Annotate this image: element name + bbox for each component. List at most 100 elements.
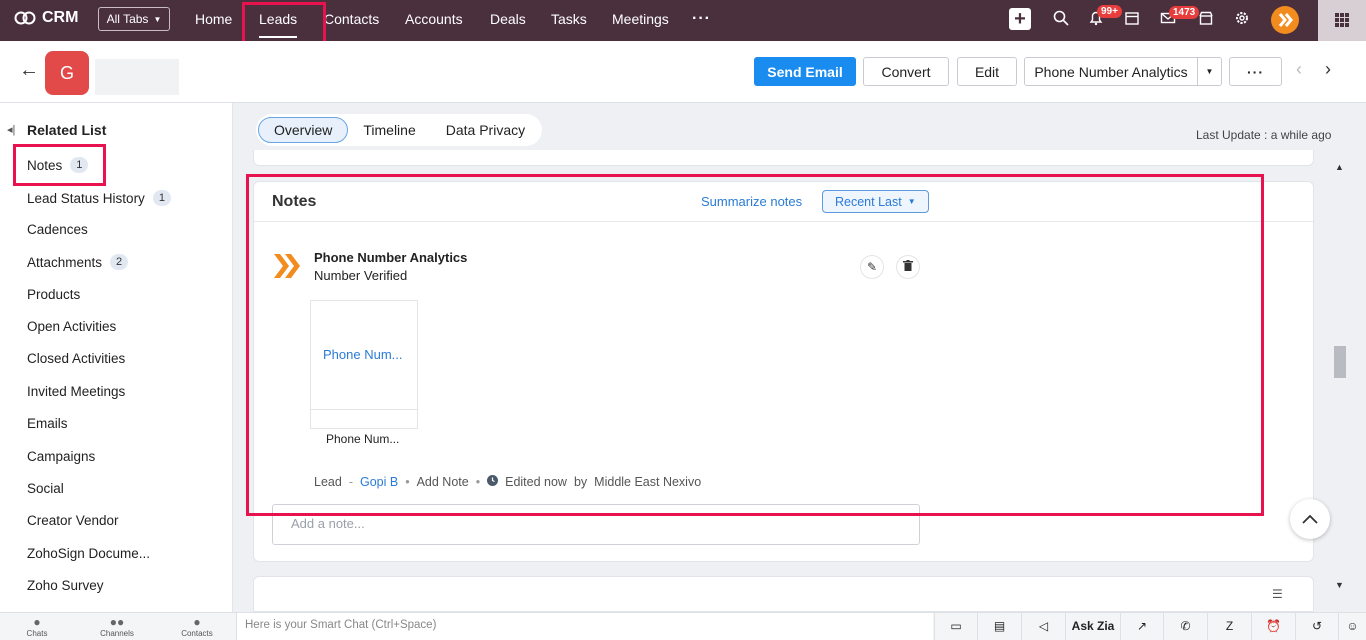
lead-status-count-badge: 1 [152,190,171,206]
sidebar-item-zohosign[interactable]: ZohoSign Docume... [27,546,150,561]
gear-icon[interactable] [1233,10,1251,28]
sidebar-item-products[interactable]: Products [27,287,80,302]
note-author: Middle East Nexivo [594,475,702,489]
next-section-card: ☰ [253,576,1314,612]
chats-button[interactable]: ● Chats [17,616,57,639]
zia-icon[interactable]: Z [1207,613,1251,640]
sidebar-item-emails[interactable]: Emails [27,416,68,431]
sidebar-item-creator-vendor[interactable]: Creator Vendor [27,513,119,528]
sidebar-item-label: Cadences [27,222,88,237]
phone-analytics-logo-icon [274,254,300,278]
sidebar-item-label: Invited Meetings [27,384,126,399]
nav-meetings[interactable]: Meetings [612,11,669,27]
note-edited-time: Edited now [505,475,567,489]
back-arrow-icon[interactable]: ← [19,59,39,82]
previous-record-icon[interactable]: ‹ [1296,59,1302,80]
analytics-icon[interactable]: ↗ [1120,613,1163,640]
sidebar-item-label: Social [27,481,64,496]
attachment-divider [311,409,417,410]
calendar-icon[interactable] [1123,10,1141,28]
attachment-link[interactable]: Phone Num... [323,347,403,362]
scroll-down-arrow-icon[interactable]: ▼ [1335,580,1344,590]
contacts-button[interactable]: ● Contacts [177,616,217,639]
related-list-title: Related List [27,122,107,138]
sidebar-item-closed-activities[interactable]: Closed Activities [27,351,125,366]
crm-logo[interactable]: CRM [14,9,78,27]
channels-button[interactable]: ●● Channels [97,615,137,639]
caret-down-icon: ▼ [907,197,916,206]
caret-down-icon: ▼ [1205,67,1214,76]
scroll-to-top-button[interactable] [1290,499,1330,539]
nav-tasks[interactable]: Tasks [551,11,587,27]
summarize-notes-link[interactable]: Summarize notes [701,194,802,209]
sidebar-item-label: Creator Vendor [27,513,119,528]
tab-data-privacy[interactable]: Data Privacy [431,117,540,143]
apps-grid-button[interactable] [1318,0,1366,41]
sidebar-item-social[interactable]: Social [27,481,64,496]
tab-overview[interactable]: Overview [258,117,349,143]
create-new-icon[interactable]: + [1009,8,1031,30]
sidebar-item-invited-meetings[interactable]: Invited Meetings [27,384,125,399]
add-note-link[interactable]: Add Note [417,475,469,489]
all-tabs-dropdown[interactable]: All Tabs ▼ [98,7,170,31]
pencil-icon[interactable]: ✎ [860,255,884,279]
sidebar-item-campaigns[interactable]: Campaigns [27,449,95,464]
send-email-button[interactable]: Send Email [754,57,856,86]
search-icon[interactable] [1052,10,1070,28]
sidebar-item-attachments[interactable]: Attachments 2 [27,254,129,270]
screen-share-icon[interactable]: ▭ [934,613,977,640]
smiley-icon[interactable]: ☺ [1338,613,1366,640]
nav-home[interactable]: Home [195,11,232,27]
nav-contacts[interactable]: Contacts [324,11,379,27]
sidebar-item-label: Attachments [27,254,103,270]
separator-dot: • [475,475,481,489]
record-avatar: G [45,51,89,95]
marketplace-icon[interactable] [1197,10,1215,28]
nav-leads[interactable]: Leads [259,11,298,38]
add-note-input[interactable]: Add a note... [272,504,920,545]
top-navigation: CRM All Tabs ▼ Home Leads Contacts Accou… [0,0,1366,41]
sidebar-item-zoho-survey[interactable]: Zoho Survey [27,578,104,593]
note-title: Phone Number Analytics [314,250,468,265]
sort-order-dropdown[interactable]: Recent Last ▼ [822,190,929,213]
user-avatar[interactable] [1271,6,1299,34]
notes-icon[interactable]: ▤ [977,613,1021,640]
sidebar-item-lead-status-history[interactable]: Lead Status History 1 [27,190,171,206]
people-icon: ●● [109,615,125,629]
history-icon[interactable]: ↺ [1295,613,1338,640]
more-actions-button[interactable]: ··· [1229,57,1282,86]
edit-button[interactable]: Edit [957,57,1017,86]
scrollbar-thumb[interactable] [1334,346,1346,378]
note-meta: Lead - Gopi B • Add Note • Edited now by… [314,475,701,489]
related-list-sidebar: ◂| Related List Notes 1 Lead Status Hist… [0,103,233,612]
phone-icon[interactable]: ✆ [1163,613,1207,640]
nav-deals[interactable]: Deals [490,11,526,27]
phone-number-analytics-button[interactable]: Phone Number Analytics [1024,57,1198,86]
collapse-sidebar-icon[interactable]: ◂| [7,123,15,136]
phone-analytics-dropdown[interactable]: ▼ [1197,57,1222,86]
sidebar-item-label: Open Activities [27,319,117,334]
ask-zia-button[interactable]: Ask Zia [1065,613,1120,640]
scroll-up-arrow-icon[interactable]: ▲ [1335,162,1344,172]
list-icon: ☰ [1272,587,1283,601]
note-owner-link[interactable]: Gopi B [360,475,398,489]
separator-dot: • [405,475,410,489]
more-tabs-icon[interactable]: ··· [692,10,711,28]
next-record-icon[interactable]: › [1325,59,1331,80]
sidebar-item-cadences[interactable]: Cadences [27,222,88,237]
trash-icon[interactable] [896,255,920,279]
smart-chat-input[interactable]: Here is your Smart Chat (Ctrl+Space) [236,613,933,640]
attachment-thumbnail[interactable]: Phone Num... [310,300,418,429]
nav-accounts[interactable]: Accounts [405,11,463,27]
sidebar-item-notes[interactable]: Notes 1 [27,157,89,173]
record-header: ← G Send Email Convert Edit Phone Number… [0,41,1366,103]
sidebar-item-open-activities[interactable]: Open Activities [27,319,116,334]
footer-bar: ● Chats ●● Channels ● Contacts Here is y… [0,612,1366,640]
sidebar-item-label: Zoho Survey [27,578,104,593]
sidebar-item-label: Closed Activities [27,351,126,366]
tab-timeline[interactable]: Timeline [348,117,430,143]
convert-button[interactable]: Convert [863,57,949,86]
record-name-redacted [95,59,179,95]
alarm-clock-icon[interactable]: ⏰ [1251,613,1295,640]
megaphone-icon[interactable]: ◁ [1021,613,1065,640]
